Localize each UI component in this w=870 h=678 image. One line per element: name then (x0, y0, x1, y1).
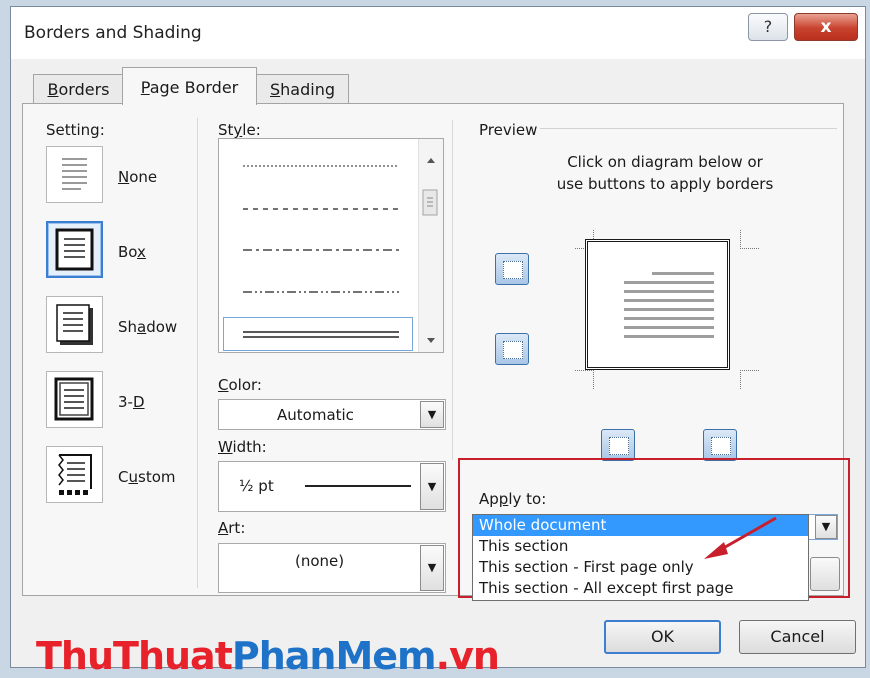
preview-label: Preview (479, 121, 538, 139)
width-dropdown-button[interactable]: ▼ (420, 463, 444, 510)
tab-shading-label: hading (280, 80, 335, 99)
color-dropdown[interactable]: Automatic ▼ (218, 399, 446, 430)
color-dropdown-button[interactable]: ▼ (420, 401, 444, 428)
preview-separator (540, 128, 837, 129)
options-button[interactable] (810, 557, 840, 591)
tab-shading-mnemonic: S (270, 80, 281, 99)
close-button[interactable]: x (794, 13, 858, 41)
chevron-down-icon: ▼ (427, 479, 437, 493)
tab-shading[interactable]: Shading (256, 74, 349, 104)
style-label: Style: (218, 121, 261, 139)
setting-none-icon[interactable] (46, 146, 103, 203)
chevron-down-icon: ▼ (821, 520, 831, 533)
art-dropdown-button[interactable]: ▼ (420, 545, 444, 591)
top-border-button[interactable] (495, 253, 529, 285)
tab-borders-label: orders (58, 80, 110, 99)
tab-page-border-mnemonic: P (140, 78, 150, 97)
preview-corner-br (740, 370, 759, 389)
ok-button[interactable]: OK (604, 620, 721, 654)
color-label: Color: (218, 376, 262, 394)
box-border-icon (55, 228, 94, 271)
setting-3d-label[interactable]: 3-D (118, 393, 145, 411)
art-dropdown[interactable]: (none) ▼ (218, 543, 446, 593)
setting-box-icon[interactable] (46, 221, 103, 278)
setting-shadow-icon[interactable] (46, 296, 103, 353)
style-listbox[interactable] (218, 138, 444, 353)
setting-shadow-label[interactable]: Shadow (118, 318, 177, 336)
watermark-logo: ThuThuatPhanMem.vn (36, 634, 500, 678)
preview-text-lines (624, 272, 714, 344)
width-line-preview (305, 485, 411, 487)
style-selection-highlight (223, 317, 413, 351)
apply-to-dropdown-button[interactable]: ▼ (815, 515, 837, 539)
width-dropdown[interactable]: ½ pt ▼ (218, 461, 446, 512)
setting-custom-label[interactable]: Custom (118, 468, 176, 486)
preview-diagram[interactable] (585, 239, 730, 370)
help-icon: ? (763, 17, 773, 36)
width-value: ½ pt (239, 477, 274, 495)
setting-label: Setting: (46, 121, 105, 139)
help-button[interactable]: ? (748, 13, 788, 41)
color-value: Automatic (277, 406, 354, 424)
preview-divider (452, 120, 453, 460)
cancel-button[interactable]: Cancel (739, 620, 856, 654)
preview-corner-tr (740, 230, 759, 249)
option-all-except-first[interactable]: This section - All except first page (473, 578, 808, 599)
setting-custom-icon[interactable] (46, 446, 103, 503)
close-icon: x (820, 17, 832, 37)
style-scrollbar[interactable] (418, 139, 443, 352)
column-divider (197, 118, 198, 588)
title-bar: Borders and Shading ? x (11, 7, 865, 59)
width-label: Width: (218, 438, 267, 456)
tab-page-border[interactable]: Page Border (122, 67, 257, 105)
left-border-button[interactable] (601, 429, 635, 461)
tab-page-border-label: age Border (149, 78, 239, 97)
apply-to-label: Apply to: (479, 490, 547, 508)
right-border-button[interactable] (703, 429, 737, 461)
dialog-title: Borders and Shading (24, 23, 202, 43)
setting-3d-icon[interactable] (46, 371, 103, 428)
preview-instruction-2: use buttons to apply borders (556, 175, 774, 193)
setting-box-label[interactable]: Box (118, 243, 146, 261)
3d-border-icon (54, 377, 94, 421)
annotation-arrow (704, 516, 777, 559)
custom-border-icon (58, 454, 92, 495)
scrollbar-graphics (422, 158, 438, 343)
chevron-down-icon: ▼ (427, 561, 437, 574)
none-border-icon (62, 158, 87, 190)
setting-none-label[interactable]: None (118, 168, 157, 186)
bottom-border-button[interactable] (495, 333, 529, 365)
art-label: Art: (218, 519, 246, 537)
shadow-border-icon (56, 304, 93, 345)
art-value: (none) (295, 552, 345, 570)
tab-borders[interactable]: Borders (33, 74, 124, 104)
preview-instruction-1: Click on diagram below or (567, 153, 763, 171)
chevron-down-icon: ▼ (427, 407, 437, 421)
preview-corner-bl (575, 370, 594, 389)
tab-borders-mnemonic: B (47, 80, 59, 99)
